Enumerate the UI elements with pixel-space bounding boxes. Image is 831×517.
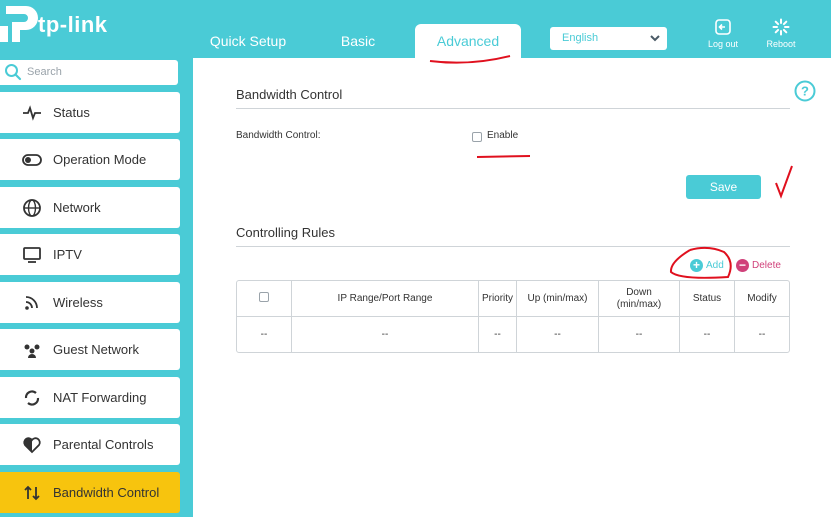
sidebar-item-label: Wireless [53, 295, 103, 310]
tab-advanced[interactable]: Advanced [415, 24, 521, 58]
delete-label: Delete [752, 260, 781, 271]
table-cell: -- [599, 317, 680, 352]
table-cell: -- [237, 317, 292, 352]
table-cell: -- [758, 329, 766, 340]
plus-icon: + [690, 259, 703, 272]
rules-table: IP Range/Port Range Priority Up (min/max… [236, 280, 790, 353]
sidebar-item-iptv[interactable]: IPTV [0, 234, 180, 275]
search-placeholder: Search [27, 66, 62, 78]
wifi-icon [25, 296, 38, 310]
sidebar-item-label: NAT Forwarding [53, 390, 147, 405]
sidebar-item-status[interactable]: Status [0, 92, 180, 133]
section-title-bandwidth: Bandwidth Control [236, 87, 343, 102]
table-cell: -- [479, 317, 517, 352]
main-content: Bandwidth Control ? Bandwidth Control: E… [193, 58, 831, 517]
enable-checkbox[interactable] [472, 132, 482, 142]
select-all-checkbox[interactable] [259, 292, 269, 302]
sidebar-item-network[interactable]: Network [0, 187, 180, 228]
arrows-updown-icon [24, 485, 40, 501]
heart-icon [23, 437, 41, 454]
sidebar-item-label: Bandwidth Control [53, 485, 160, 500]
reboot-button[interactable]: Reboot [756, 18, 806, 49]
add-label: Add [706, 260, 724, 271]
sidebar-item-wireless[interactable]: Wireless [0, 282, 180, 323]
tab-quick-setup[interactable]: Quick Setup [200, 24, 296, 58]
monitor-icon [23, 247, 41, 263]
sidebar-item-parental-controls[interactable]: Parental Controls [0, 424, 180, 465]
table-cell: -- [680, 317, 735, 352]
sidebar-item-guest-network[interactable]: Guest Network [0, 329, 180, 370]
logout-icon [715, 19, 731, 35]
header-modify: Modify [735, 281, 789, 317]
save-button[interactable]: Save [686, 175, 761, 199]
sidebar-item-nat-forwarding[interactable]: NAT Forwarding [0, 377, 180, 418]
table-cell: -- [517, 317, 599, 352]
logo-text: tp-link [38, 12, 108, 37]
tp-link-logo[interactable]: tp-link [0, 2, 115, 44]
logout-button[interactable]: Log out [698, 18, 748, 49]
pulse-icon [23, 105, 41, 121]
header-up: Up (min/max) [517, 281, 599, 317]
guests-icon [24, 344, 40, 358]
sidebar-item-label: Network [53, 200, 101, 215]
header-ip-range: IP Range/Port Range [292, 281, 479, 317]
sidebar-item-label: Status [53, 105, 90, 120]
minus-icon: − [736, 259, 749, 272]
add-button[interactable]: + Add [690, 259, 724, 272]
sidebar-item-bandwidth-control[interactable]: Bandwidth Control [0, 472, 180, 513]
header-status: Status [680, 281, 735, 317]
top-header: tp-link Quick Setup Basic Advanced Engli… [0, 0, 831, 58]
sidebar-item-label: IPTV [53, 247, 82, 262]
tp-link-logo-mark [0, 6, 38, 42]
svg-text:?: ? [801, 84, 809, 99]
reboot-icon [772, 18, 790, 36]
tab-basic[interactable]: Basic [318, 24, 398, 58]
search-icon [5, 64, 22, 81]
reboot-label: Reboot [766, 39, 796, 49]
delete-button[interactable]: − Delete [736, 259, 781, 272]
sidebar: Search Status Operation Mode Network IPT… [0, 58, 193, 517]
header-down: Down (min/max) [599, 281, 680, 317]
header-priority: Priority [479, 281, 517, 317]
sidebar-item-label: Parental Controls [53, 437, 154, 452]
divider [236, 108, 790, 109]
divider [236, 246, 790, 247]
table-row: -- -- -- -- -- -- -- [237, 317, 789, 352]
table-header-row: IP Range/Port Range Priority Up (min/max… [237, 281, 789, 317]
sidebar-item-label: Guest Network [53, 342, 139, 357]
bandwidth-control-label: Bandwidth Control: [236, 130, 321, 141]
nat-icon [24, 390, 40, 406]
enable-label[interactable]: Enable [487, 130, 518, 141]
sidebar-item-label: Operation Mode [53, 152, 147, 167]
language-select[interactable]: English [550, 27, 667, 50]
language-value: English [562, 32, 599, 44]
globe-icon [23, 199, 41, 217]
search-input[interactable]: Search [0, 60, 178, 85]
chevron-down-icon [650, 27, 660, 59]
select-all-header [237, 281, 292, 317]
help-icon[interactable]: ? [794, 80, 816, 102]
toggle-icon [22, 154, 42, 166]
table-cell: -- [292, 317, 479, 352]
logout-label: Log out [707, 39, 739, 49]
sidebar-item-operation-mode[interactable]: Operation Mode [0, 139, 180, 180]
section-title-rules: Controlling Rules [236, 225, 335, 240]
